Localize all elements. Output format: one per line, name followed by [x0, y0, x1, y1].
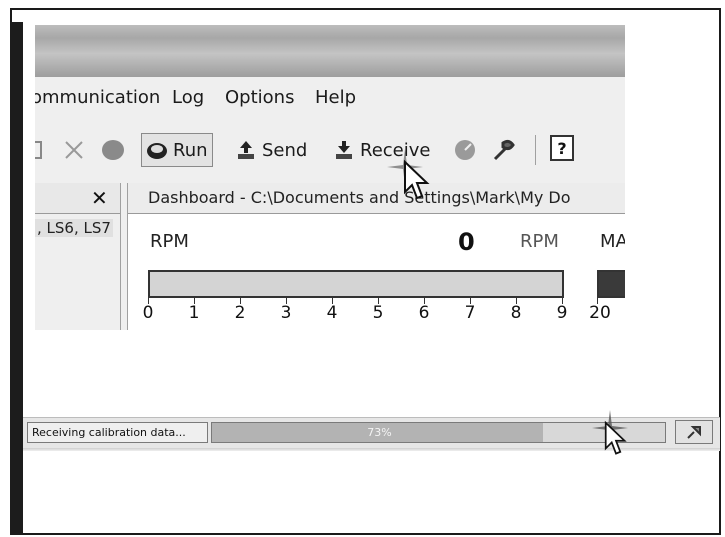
dashboard-tab[interactable]: Dashboard - C:\Documents and Settings\Ma… [128, 183, 625, 214]
gauge-tick-label: 9 [556, 303, 568, 323]
menu-help[interactable]: Help [315, 87, 356, 108]
send-label: Send [262, 139, 308, 161]
menu-communication[interactable]: ommunication [35, 87, 160, 108]
run-button[interactable]: Run [141, 133, 213, 167]
gauge-tick-label: 5 [372, 303, 384, 323]
arrow-cursor-icon-2 [604, 420, 627, 455]
toolbar-separator [535, 135, 536, 165]
rpm-label: RPM [150, 231, 189, 252]
close-icon[interactable]: ✕ [91, 186, 108, 210]
second-gauge-bar [597, 270, 625, 298]
disconnect-icon[interactable] [63, 133, 85, 167]
second-gauge-tick-mark [597, 298, 598, 304]
rpm-gauge-bar [148, 270, 564, 298]
left-pane-header: ✕ [35, 183, 120, 214]
left-edge-shadow [10, 22, 23, 535]
dashboard-title: Dashboard - C:\Documents and Settings\Ma… [148, 188, 571, 207]
status-message: Receiving calibration data... [27, 422, 208, 443]
receive-icon [336, 141, 352, 159]
send-icon [238, 141, 254, 159]
gauge-tick-label: 4 [326, 303, 338, 323]
dashboard-panel: Dashboard - C:\Documents and Settings\Ma… [127, 183, 625, 330]
rpm-unit: RPM [520, 231, 559, 252]
gauge-tick-label: 7 [464, 303, 476, 323]
gauge-tick-label: 2 [234, 303, 246, 323]
open-icon[interactable] [35, 133, 43, 167]
second-gauge-tick: 20 [589, 303, 611, 323]
send-button[interactable]: Send [235, 133, 307, 167]
progress-text: 73% [367, 426, 392, 439]
gauge-tick-label: 6 [418, 303, 430, 323]
stop-icon[interactable] [100, 133, 126, 167]
run-icon [147, 143, 167, 159]
left-pane-item[interactable]: , LS6, LS7 [35, 219, 113, 237]
pin-icon[interactable] [675, 420, 713, 444]
app-window-crop: ommunication Log Options Help Run Send R… [35, 25, 625, 330]
menu-options[interactable]: Options [225, 87, 294, 108]
run-label: Run [173, 139, 208, 161]
gauge-icon[interactable] [453, 133, 477, 167]
gauge-tick-label: 1 [188, 303, 200, 323]
arrow-cursor-icon [404, 160, 430, 200]
gauge-tick-label: 3 [280, 303, 292, 323]
rpm-value: 0 [458, 228, 475, 256]
left-pane: ✕ , LS6, LS7 [35, 183, 121, 330]
second-gauge-label: MA [600, 231, 625, 252]
title-bar [35, 25, 625, 77]
gauge-tick-label: 8 [510, 303, 522, 323]
wrench-icon[interactable] [491, 133, 517, 167]
gauge-tick-label: 0 [142, 303, 154, 323]
menu-log[interactable]: Log [172, 87, 204, 108]
help-icon[interactable]: ? [550, 135, 574, 161]
